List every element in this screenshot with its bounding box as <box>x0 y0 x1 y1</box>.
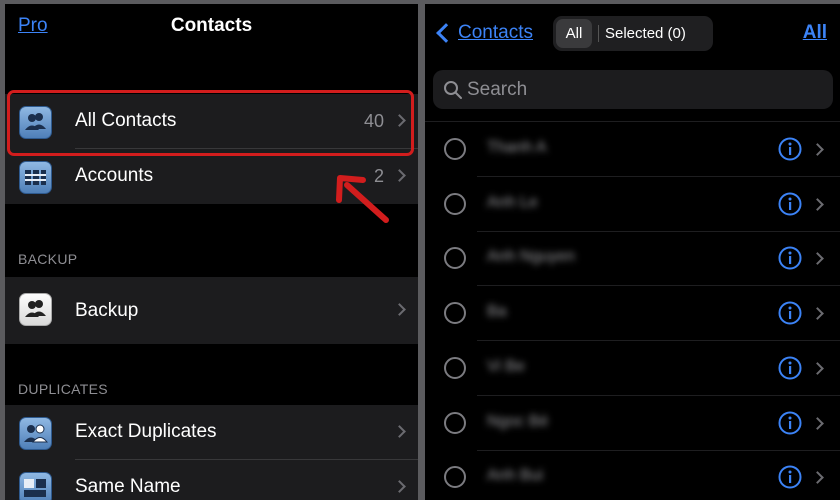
select-radio[interactable] <box>444 247 466 270</box>
name-card-icon <box>19 472 52 500</box>
backup-section-header: BACKUP <box>18 251 78 267</box>
segment-all[interactable]: All <box>556 19 592 48</box>
info-icon[interactable] <box>778 301 802 325</box>
same-name-row[interactable]: Same Name <box>5 460 418 500</box>
duplicates-group: Exact Duplicates Same Name <box>5 405 418 500</box>
info-icon[interactable] <box>778 411 802 435</box>
select-radio[interactable] <box>444 466 466 489</box>
select-radio[interactable] <box>444 192 466 215</box>
search-icon <box>444 81 462 99</box>
chevron-right-icon <box>393 425 406 438</box>
contact-name: Thanh A <box>487 139 547 156</box>
all-contacts-screen: Contacts All Selected (0) All Search Tha… <box>425 4 840 500</box>
chevron-right-icon <box>393 480 406 493</box>
chevron-right-icon[interactable] <box>811 471 824 485</box>
contact-row[interactable]: Anh Bui <box>425 450 840 500</box>
segment-divider <box>598 25 599 42</box>
select-radio[interactable] <box>444 138 466 160</box>
chevron-right-icon[interactable] <box>811 143 824 156</box>
accounts-label: Accounts <box>75 165 154 186</box>
chevron-right-icon <box>393 169 406 182</box>
same-name-label: Same Name <box>75 476 181 497</box>
contact-name: Ba <box>487 303 507 321</box>
contact-name: Ngoc Bé <box>487 412 549 430</box>
contacts-groups-screen: Pro Contacts All Contacts 40 Accounts 2 … <box>5 4 418 500</box>
contact-row[interactable]: Ngoc Bé <box>425 396 840 451</box>
chevron-right-icon[interactable] <box>811 197 824 211</box>
filter-segmented-control: All Selected (0) <box>553 16 713 51</box>
backup-group: Backup <box>5 277 418 344</box>
contact-name: Anh Le <box>487 193 538 211</box>
select-all-link[interactable]: All <box>803 22 827 44</box>
contact-row[interactable]: Vi Be <box>425 341 840 396</box>
select-radio[interactable] <box>444 356 466 379</box>
nav-bar: Pro Contacts <box>5 4 418 50</box>
contact-name: Anh Bui <box>487 467 544 485</box>
info-icon[interactable] <box>778 137 802 161</box>
backup-label: Backup <box>75 300 139 321</box>
contact-name: Vi Be <box>487 357 525 375</box>
info-icon[interactable] <box>778 356 802 380</box>
chevron-right-icon[interactable] <box>811 361 824 375</box>
contact-row[interactable]: Anh Nguyen <box>425 231 840 287</box>
chevron-right-icon[interactable] <box>811 416 824 430</box>
duplicate-people-icon <box>19 417 52 450</box>
search-placeholder: Search <box>467 79 528 100</box>
red-arrow-icon <box>336 175 389 223</box>
chevron-right-icon <box>393 303 406 316</box>
segment-selected[interactable]: Selected (0) <box>605 16 686 51</box>
backup-row[interactable]: Backup <box>5 277 418 344</box>
chevron-left-icon[interactable] <box>436 23 456 43</box>
exact-duplicates-label: Exact Duplicates <box>75 421 217 442</box>
contact-name: Anh Nguyen <box>487 248 576 266</box>
back-to-contacts-link[interactable]: Contacts <box>458 22 533 44</box>
contact-row[interactable]: Anh Le <box>425 177 840 232</box>
chevron-right-icon[interactable] <box>811 252 824 266</box>
contact-row[interactable]: Ba <box>425 286 840 342</box>
highlight-box <box>7 90 414 156</box>
backup-people-icon <box>19 293 52 326</box>
info-icon[interactable] <box>778 465 802 489</box>
select-radio[interactable] <box>444 302 466 325</box>
page-title: Contacts <box>170 15 253 36</box>
nav-bar: Contacts All Selected (0) All <box>425 4 840 62</box>
chevron-right-icon[interactable] <box>811 307 824 320</box>
contact-row[interactable]: Thanh A <box>425 122 840 177</box>
address-book-icon <box>19 161 52 194</box>
info-icon[interactable] <box>778 192 802 216</box>
duplicates-section-header: DUPLICATES <box>18 381 108 397</box>
exact-duplicates-row[interactable]: Exact Duplicates <box>5 405 418 460</box>
info-icon[interactable] <box>778 246 802 270</box>
select-radio[interactable] <box>444 411 466 434</box>
search-field[interactable]: Search <box>433 70 833 109</box>
